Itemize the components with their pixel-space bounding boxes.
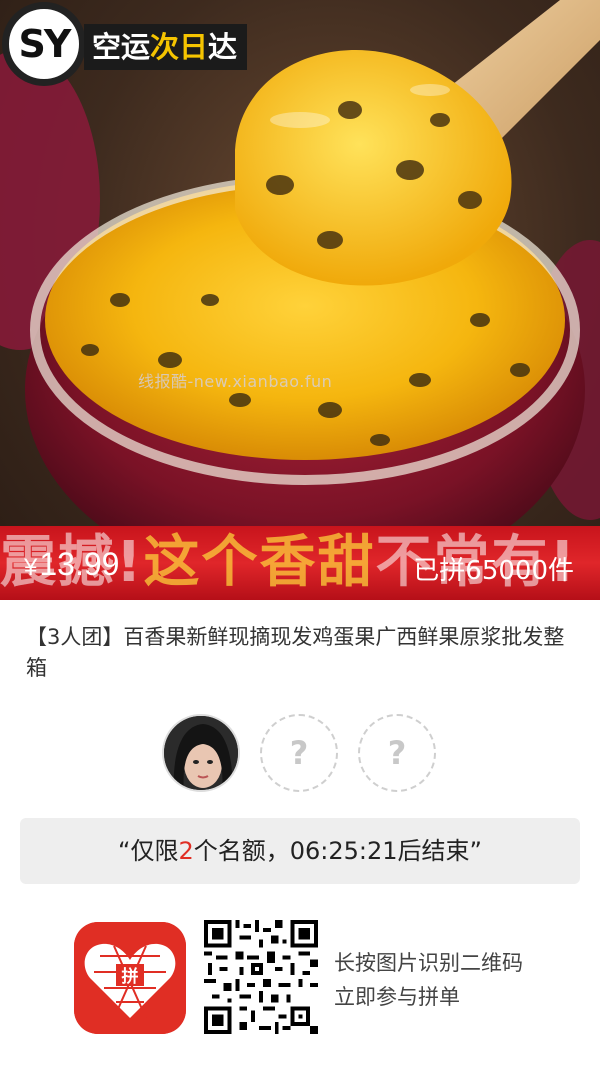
price-value: 13.99 — [39, 546, 120, 582]
empty-slot: ? — [260, 714, 338, 792]
shipping-tag-suffix: 达 — [208, 30, 238, 64]
watermark-text: 线报酷-new.xianbao.fun — [138, 372, 333, 391]
scan-hint: 长按图片识别二维码 立即参与拼单 — [334, 946, 523, 1014]
brand-logo-text: SY — [18, 22, 72, 66]
pinduoduo-app-icon: 拼 — [74, 922, 186, 1034]
question-icon: ? — [289, 734, 309, 772]
app-icon-text: 拼 — [122, 966, 139, 987]
product-title: 【3人团】百香果新鲜现摘现发鸡蛋果广西鲜果原浆批发整箱 — [26, 625, 565, 680]
brand-logo: SY — [2, 2, 86, 86]
group-member-avatars: ? ? — [0, 714, 600, 794]
currency-symbol: ¥ — [24, 554, 38, 581]
scan-hint-line-1: 长按图片识别二维码 — [334, 951, 523, 975]
countdown-banner: “仅限2个名额，06:25:21后结束” — [20, 818, 580, 884]
countdown-suffix: 个名额，06:25:21后结束” — [193, 837, 482, 865]
user-avatar-image — [164, 716, 238, 790]
group-price: ¥13.99 — [24, 546, 119, 583]
remaining-slots: 2 — [178, 837, 194, 865]
slogan-part-2: 这个香甜 — [143, 530, 376, 595]
question-icon: ? — [387, 734, 407, 772]
sold-count: 已拼65000件 — [413, 556, 574, 586]
shipping-tag-prefix: 空运 — [92, 30, 151, 64]
avatar — [162, 714, 240, 792]
passion-fruit-illustration — [0, 0, 600, 590]
shipping-tag: 空运 次日达 — [84, 24, 248, 70]
empty-slot: ? — [358, 714, 436, 792]
shipping-tag-highlight: 次日 — [150, 30, 209, 64]
scan-hint-line-2: 立即参与拼单 — [334, 985, 460, 1009]
share-card: SY 空运 次日达 线报酷-new.xianbao.fun 震撼!这个香甜不常有!… — [0, 0, 600, 1068]
product-hero-image[interactable]: SY 空运 次日达 线报酷-new.xianbao.fun 震撼!这个香甜不常有!… — [0, 0, 600, 600]
qr-code[interactable] — [204, 920, 318, 1034]
heart-logo-icon: 拼 — [74, 922, 186, 1034]
countdown-prefix: “仅限 — [118, 837, 179, 865]
qr-code-icon — [204, 920, 318, 1034]
